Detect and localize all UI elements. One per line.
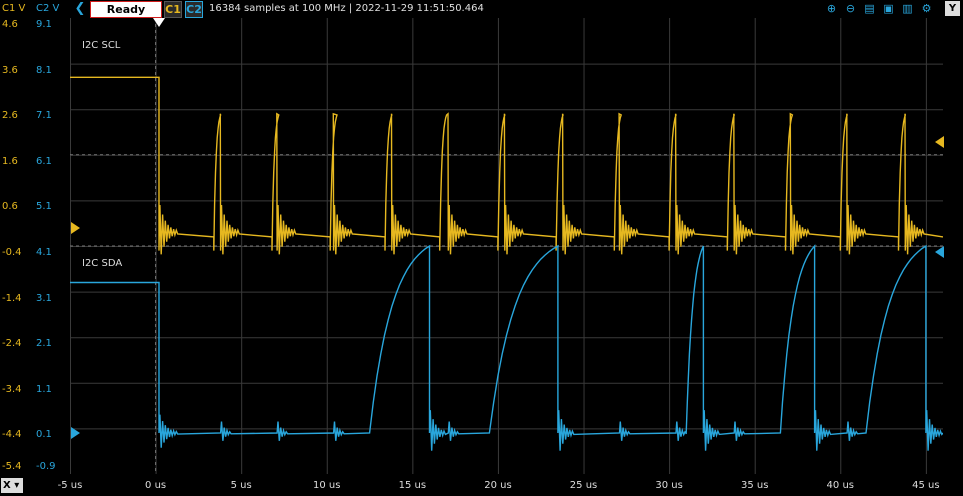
c2-tick-label: 4.1 xyxy=(36,247,52,258)
x-tick-label: 45 us xyxy=(912,480,940,491)
top-toolbar: C1 V C2 V ❮ Ready C1 C2 16384 samples at… xyxy=(0,0,963,18)
x-tick-label: 35 us xyxy=(740,480,769,491)
x-tick-label: 40 us xyxy=(826,480,855,491)
x-tick-label: 25 us xyxy=(569,480,598,491)
acquisition-status-button[interactable]: Ready xyxy=(90,1,162,18)
x-tick-label: -5 us xyxy=(57,480,83,491)
back-arrow-icon[interactable]: ❮ xyxy=(73,1,87,16)
c2-tick-label: 1.1 xyxy=(36,383,52,395)
channel1-toggle-button[interactable]: C1 xyxy=(164,1,182,18)
channel2-toggle-button[interactable]: C2 xyxy=(185,1,203,18)
c1-tick-label: 1.6 xyxy=(2,155,18,167)
c1-trigger-level-icon[interactable] xyxy=(934,136,944,148)
x-tick-label: 20 us xyxy=(484,480,512,491)
zoom-in-icon[interactable]: ⊕ xyxy=(824,1,839,16)
x-tick-label: 0 us xyxy=(145,480,167,491)
align-bottom-icon[interactable]: ▥ xyxy=(900,1,915,16)
c1-tick-label: -1.4 xyxy=(2,292,22,304)
x-tick-label: 5 us xyxy=(230,480,252,491)
x-tick-label: 10 us xyxy=(313,480,341,491)
c1-axis-title: C1 V xyxy=(2,3,26,14)
c2-tick-label: 2.1 xyxy=(36,338,52,350)
x-tick-label: 15 us xyxy=(398,480,427,491)
c1-tick-label: -2.4 xyxy=(2,338,22,350)
c1-tick-label: -5.4 xyxy=(2,461,22,472)
c2-tick-label: 0.1 xyxy=(36,429,52,441)
sda-trace-label: I2C SDA xyxy=(82,258,123,269)
zoom-toolbar: ⊕ ⊖ ▤ ▣ ▥ ⚙ xyxy=(824,1,934,16)
c2-tick-label: 6.1 xyxy=(36,155,52,167)
c2-tick-label: 5.1 xyxy=(36,201,52,213)
align-top-icon[interactable]: ▤ xyxy=(862,1,877,16)
acquisition-info: 16384 samples at 100 MHz | 2022-11-29 11… xyxy=(209,3,484,14)
c2-tick-label: 3.1 xyxy=(36,292,52,304)
c2-axis-title: C2 V xyxy=(36,3,60,14)
c2-trigger-level-icon[interactable] xyxy=(934,246,944,258)
scl-trace-label: I2C SCL xyxy=(82,40,121,51)
c1-tick-label: 0.6 xyxy=(2,201,18,213)
waveform-plot[interactable] xyxy=(70,18,943,474)
c1-offset-marker-icon[interactable] xyxy=(71,222,81,234)
c1-tick-label: -3.4 xyxy=(2,383,22,395)
c2-offset-marker-icon[interactable] xyxy=(71,427,81,439)
c1-tick-label: 4.6 xyxy=(2,19,18,30)
c2-tick-label: 7.1 xyxy=(36,110,52,122)
x-axis-button[interactable]: X ▾ xyxy=(1,478,23,493)
c1-tick-label: -0.4 xyxy=(2,247,22,258)
align-middle-icon[interactable]: ▣ xyxy=(881,1,896,16)
c1-tick-label: 3.6 xyxy=(2,64,18,76)
c1-tick-label: -4.4 xyxy=(2,429,22,441)
c2-tick-label: 9.1 xyxy=(36,19,52,30)
c2-tick-label: 8.1 xyxy=(36,64,52,76)
c2-tick-label: -0.9 xyxy=(36,461,56,472)
c1-tick-label: 2.6 xyxy=(2,110,18,122)
y-axis-button[interactable]: Y xyxy=(945,1,960,16)
trigger-position-icon[interactable] xyxy=(153,18,165,28)
zoom-out-icon[interactable]: ⊖ xyxy=(843,1,858,16)
x-tick-label: 30 us xyxy=(655,480,683,491)
settings-icon[interactable]: ⚙ xyxy=(919,1,934,16)
x-axis-button-label: X xyxy=(3,480,11,491)
